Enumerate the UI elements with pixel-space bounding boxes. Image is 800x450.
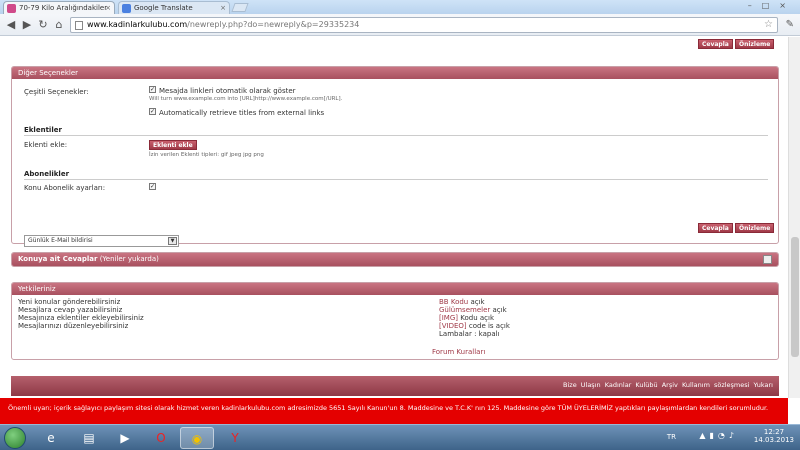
auto-links-checkbox[interactable]: ✓ [149, 86, 156, 93]
footer-nav: Bize Ulaşın Kadınlar Kulübü Arşiv Kullan… [11, 376, 779, 396]
permission-item: Mesajlara cevap yazabilirsiniz [18, 306, 123, 314]
language-indicator[interactable]: TR [667, 433, 676, 441]
explorer-folder-icon[interactable]: ▤ [72, 427, 106, 449]
home-icon[interactable]: ⌂ [52, 18, 66, 32]
wrench-menu-icon[interactable]: ✎ [786, 19, 794, 30]
thread-replies-panel[interactable]: Konuya ait Cevaplar (Yeniler yukarda) [11, 252, 779, 267]
page-icon [75, 21, 83, 30]
permissions-panel: Yetkileriniz Yeni konular gönderebilirsi… [11, 282, 779, 360]
close-tab-icon[interactable]: × [220, 2, 226, 14]
permissions-right-list: BB Kodu açık Gülümsemeler açık [IMG] Kod… [439, 298, 510, 338]
other-options-panel: Diğer Seçenekler Çeşitli Seçenekler: ✓ M… [11, 66, 779, 244]
status-text: code is açık [468, 322, 510, 330]
start-button[interactable] [4, 427, 26, 449]
tab-active[interactable]: 70-79 Kilo Aralığındakiler × [3, 1, 115, 14]
img-link[interactable]: [IMG] [439, 314, 458, 322]
legal-warning-banner: Önemli uyarı; içerik sağlayıcı paylaşım … [0, 398, 788, 424]
retrieve-titles-checkbox[interactable]: ✓ [149, 108, 156, 115]
page-scrollbar[interactable] [788, 37, 800, 398]
status-text: Kodu açık [460, 314, 495, 322]
status-text: açık [492, 306, 507, 314]
panel-title: Diğer Seçenekler [12, 67, 778, 79]
bbcode-status: BB Kodu açık [439, 298, 510, 306]
thread-replies-header: Konuya ait Cevaplar (Yeniler yukarda) [12, 253, 778, 266]
chevron-down-icon[interactable]: ▼ [168, 237, 177, 245]
img-status: [IMG] Kodu açık [439, 314, 510, 322]
ie-icon[interactable]: e [34, 427, 68, 449]
tab-google-translate[interactable]: Google Translate × [118, 1, 230, 14]
permission-item: Mesajınıza eklentiler ekleyebilirsiniz [18, 314, 144, 322]
auto-links-hint: Will turn www.example.com into [URL]http… [149, 96, 343, 102]
auto-links-label: Mesajda linkleri otomatik olarak göster [159, 87, 296, 95]
subscription-select[interactable]: Günlük E-Mail bildirisi ▼ [24, 235, 179, 247]
scrollbar-thumb[interactable] [791, 237, 799, 357]
misc-options-label: Çeşitli Seçenekler: [24, 88, 89, 96]
site-favicon-icon [7, 4, 16, 13]
divider [24, 179, 768, 180]
contact-link[interactable]: Bize Ulaşın [563, 381, 601, 389]
allowed-types-hint: İzin verilen Eklenti tipleri: gif jpeg j… [149, 152, 264, 158]
subscription-checkbox[interactable]: ✓ [149, 183, 156, 190]
preview-button-top[interactable]: Önizleme [735, 39, 775, 49]
bbcode-link[interactable]: BB Kodu [439, 298, 468, 306]
media-player-icon[interactable]: ▶ [108, 427, 142, 449]
tab-title: Google Translate [134, 4, 193, 12]
window-controls[interactable]: –□× [748, 1, 796, 10]
url-host: www.kadinlarkulubu.com [87, 20, 188, 29]
url-path: /newreply.php?do=newreply&p=29335234 [187, 20, 360, 29]
clock-date: 14.03.2013 [753, 436, 794, 444]
permission-item: Mesajlarınızı düzenleyebilirsiniz [18, 322, 129, 330]
page-content: Cevapla Önizleme Diğer Seçenekler Çeşitl… [0, 37, 788, 398]
subscription-label: Konu Abonelik ayarları: [24, 184, 106, 192]
close-tab-icon[interactable]: × [105, 2, 111, 14]
lamps-status: Lambalar : kapalı [439, 330, 500, 338]
add-attachment-button[interactable]: Eklenti ekle [149, 140, 197, 150]
subscriptions-heading: Abonelikler [24, 170, 70, 178]
terms-link[interactable]: Kullanım sözleşmesi [682, 381, 749, 389]
reload-icon[interactable]: ↻ [36, 18, 50, 32]
tray-icons[interactable]: ▲▮◔♪ [699, 431, 738, 440]
yandex-icon[interactable]: Y [218, 427, 252, 449]
forum-rules-link[interactable]: Forum Kuralları [432, 348, 485, 356]
windows-taskbar: e ▤ ▶ O ◉ Y TR ▲▮◔♪ 12:27 14.03.2013 [0, 424, 800, 450]
forward-icon[interactable]: ▶ [20, 18, 34, 32]
retrieve-titles-label: Automatically retrieve titles from exter… [159, 109, 325, 117]
thread-replies-subtitle: (Yeniler yukarda) [99, 255, 159, 263]
chrome-icon[interactable]: ◉ [180, 427, 214, 449]
subscription-select-value: Günlük E-Mail bildirisi [28, 237, 93, 244]
status-text: açık [470, 298, 485, 306]
back-icon[interactable]: ◀ [4, 18, 18, 32]
clock[interactable]: 12:27 14.03.2013 [754, 428, 794, 444]
new-tab-button[interactable] [231, 3, 249, 12]
google-translate-icon [122, 4, 131, 13]
browser-toolbar: ◀ ▶ ↻ ⌂ www.kadinlarkulubu.com/newreply.… [0, 14, 800, 36]
reply-button-bottom[interactable]: Cevapla [698, 223, 733, 233]
preview-button-bottom[interactable]: Önizleme [735, 223, 775, 233]
permissions-left-list: Yeni konular gönderebilirsiniz Mesajlara… [18, 298, 144, 330]
smilies-link[interactable]: Gülümsemeler [439, 306, 490, 314]
archive-link[interactable]: Arşiv [662, 381, 678, 389]
attach-label: Eklenti ekle: [24, 141, 68, 149]
clock-time: 12:27 [763, 428, 785, 436]
thread-replies-title: Konuya ait Cevaplar [18, 255, 98, 263]
video-link[interactable]: [VIDEO] [439, 322, 467, 330]
collapse-icon[interactable] [763, 255, 772, 264]
site-home-link[interactable]: Kadınlar Kulübü [605, 381, 658, 389]
top-link[interactable]: Yukarı [754, 381, 773, 389]
bookmark-star-icon[interactable]: ☆ [764, 18, 773, 32]
tab-title: 70-79 Kilo Aralığındakiler [19, 4, 108, 12]
smilies-status: Gülümsemeler açık [439, 306, 510, 314]
browser-titlebar: 70-79 Kilo Aralığındakiler × Google Tran… [0, 0, 800, 14]
permissions-title: Yetkileriniz [12, 283, 778, 295]
permission-item: Yeni konular gönderebilirsiniz [18, 298, 121, 306]
attachments-heading: Eklentiler [24, 126, 62, 134]
reply-button-top[interactable]: Cevapla [698, 39, 733, 49]
address-bar[interactable]: www.kadinlarkulubu.com/newreply.php?do=n… [70, 17, 778, 33]
footer-links: Bize Ulaşın Kadınlar Kulübü Arşiv Kullan… [563, 381, 773, 389]
video-status: [VIDEO] code is açık [439, 322, 510, 330]
opera-icon[interactable]: O [144, 427, 178, 449]
divider [24, 135, 768, 136]
